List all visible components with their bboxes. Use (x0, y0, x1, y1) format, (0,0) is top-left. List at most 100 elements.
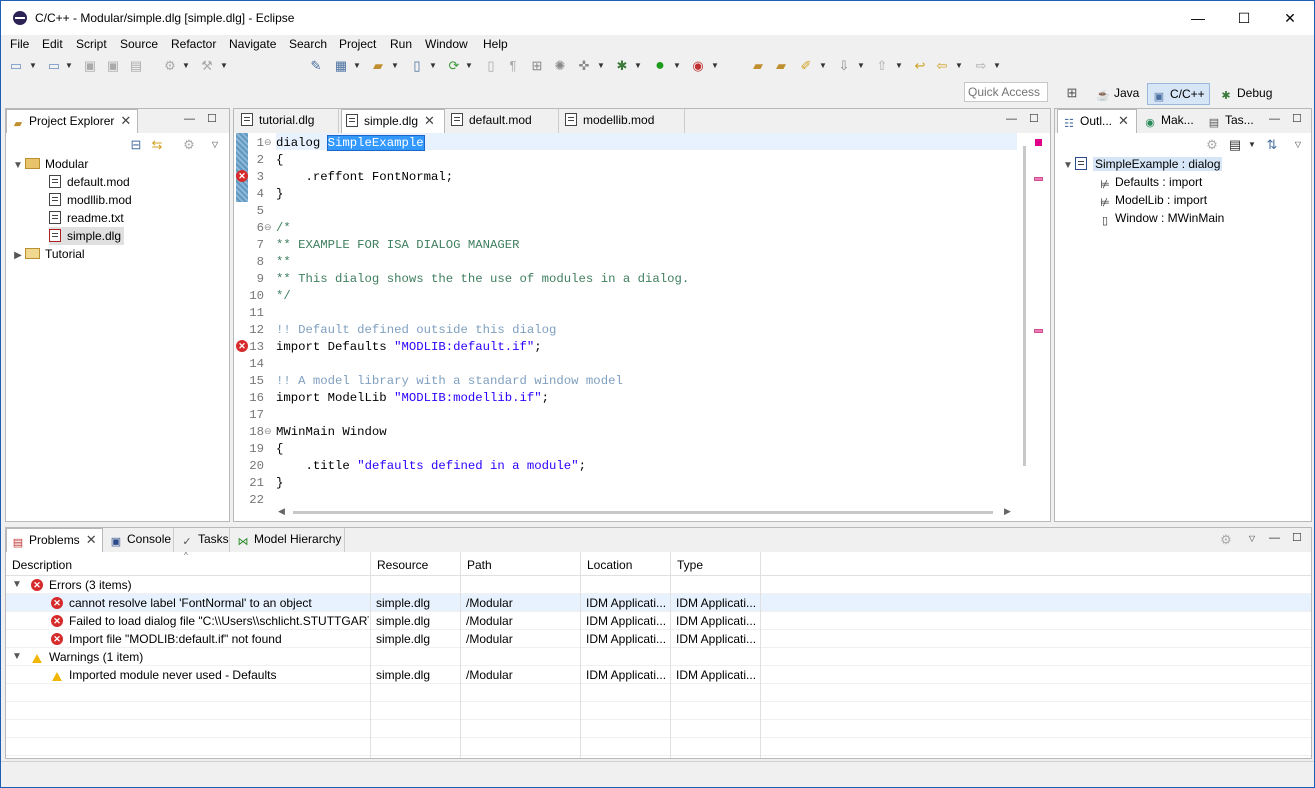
column-resource[interactable]: Resource (371, 552, 461, 576)
horizontal-scroll-thumb[interactable] (293, 511, 993, 514)
new-file-icon[interactable]: ▭ (45, 57, 63, 75)
menu-help[interactable]: Help (483, 37, 508, 51)
filter-icon[interactable]: ⚙ (180, 136, 198, 154)
column-path[interactable]: Path (461, 552, 581, 576)
tool-dropdown-icon[interactable]: ▼ (597, 58, 605, 74)
vertical-scrollbar[interactable] (1023, 146, 1026, 466)
refresh-icon[interactable]: ⟳ (445, 57, 463, 75)
chevron-down-icon[interactable]: ▼ (12, 648, 22, 666)
menu-edit[interactable]: Edit (42, 37, 63, 51)
chevron-down-icon[interactable]: ▼ (11, 157, 25, 175)
code-line[interactable] (276, 203, 689, 220)
menu-script[interactable]: Script (76, 37, 107, 51)
link-editor-icon[interactable]: ⇆ (148, 136, 166, 154)
code-line[interactable] (276, 305, 689, 322)
group-errors[interactable]: ▼ ✕ Errors (3 items) (6, 576, 1311, 594)
tab-project-explorer[interactable]: ▰ Project Explorer ✕ (6, 109, 138, 133)
tree-project-modular[interactable]: ▼ Modular (11, 155, 88, 173)
save-all-icon[interactable]: ▣ (104, 57, 122, 75)
close-icon[interactable]: ✕ (424, 113, 435, 128)
tree-file-default-mod[interactable]: default.mod (49, 173, 130, 191)
tab-simple-dlg[interactable]: simple.dlg ✕ (341, 109, 445, 133)
code-line[interactable]: !! Default defined outside this dialog (276, 322, 689, 339)
print-icon[interactable]: ▤ (127, 57, 145, 75)
forward-icon[interactable]: ⇨ (972, 57, 990, 75)
horizontal-scrollbar[interactable]: ◀ ▶ (234, 504, 1017, 521)
code-line[interactable]: .title "defaults defined in a module"; (276, 458, 689, 475)
sort-icon[interactable]: ⇅ (1263, 136, 1281, 154)
minimize-view-icon[interactable]: — (184, 113, 195, 125)
maximize-editor-icon[interactable]: ☐ (1029, 112, 1039, 125)
tree-project-tutorial[interactable]: ▶ Tutorial (11, 245, 84, 265)
scroll-left-icon[interactable]: ◀ (278, 506, 285, 517)
code-line[interactable]: .reffont FontNormal; (276, 169, 689, 186)
table-row[interactable]: ✕ Failed to load dialog file "C:\\Users\\… (6, 612, 1311, 630)
code-line[interactable]: dialog SimpleExample (276, 135, 689, 152)
next-annotation-icon[interactable]: ⇩ (835, 57, 853, 75)
column-type[interactable]: Type (671, 552, 761, 576)
tab-tutorial-dlg[interactable]: tutorial.dlg (237, 109, 339, 133)
code-line[interactable]: !! A model library with a standard windo… (276, 373, 689, 390)
close-button[interactable]: ✕ (1267, 5, 1313, 31)
network-icon[interactable]: ✺ (551, 57, 569, 75)
tree-file-simple-dlg[interactable]: simple.dlg (49, 227, 125, 245)
error-marker-icon[interactable]: ✕ (236, 340, 248, 352)
debug-dropdown-icon[interactable]: ▼ (634, 58, 642, 74)
chevron-right-icon[interactable]: ▶ (11, 247, 25, 265)
outline-root[interactable]: ▼ SimpleExample : dialog (1061, 155, 1223, 173)
menu-project[interactable]: Project (339, 37, 376, 51)
tab-modellib-mod[interactable]: modellib.mod (561, 109, 685, 133)
code-line[interactable]: */ (276, 288, 689, 305)
forward-dropdown-icon[interactable]: ▼ (993, 58, 1001, 74)
outline-options-icon[interactable]: ▤ (1226, 136, 1244, 154)
minimize-view-icon[interactable]: — (1269, 113, 1280, 125)
perspective-debug[interactable]: ✱ Debug (1215, 83, 1276, 105)
code-line[interactable]: } (276, 186, 689, 203)
menu-source[interactable]: Source (120, 37, 158, 51)
code-line[interactable]: import ModelLib "MODLIB:modellib.if"; (276, 390, 689, 407)
table-row[interactable]: ✕ Import file "MODLIB:default.if" not fou… (6, 630, 1311, 648)
scroll-right-icon[interactable]: ▶ (1004, 506, 1011, 517)
maximize-view-icon[interactable]: ☐ (1292, 112, 1302, 125)
tab-console[interactable]: ▣ Console (105, 528, 174, 552)
maximize-view-icon[interactable]: ☐ (207, 112, 217, 125)
prev-annotation-icon[interactable]: ⇧ (873, 57, 891, 75)
minimize-button[interactable]: — (1175, 5, 1221, 31)
grid-icon[interactable]: ⊞ (528, 57, 546, 75)
column-location[interactable]: Location (581, 552, 671, 576)
code-line[interactable] (276, 492, 689, 504)
open-resource-icon[interactable]: ▰ (772, 57, 790, 75)
tab-make-targets[interactable]: ◉ Mak... (1139, 109, 1201, 133)
save-icon[interactable]: ▣ (81, 57, 99, 75)
next-annotation-dropdown-icon[interactable]: ▼ (857, 58, 865, 74)
refresh-dropdown-icon[interactable]: ▼ (465, 58, 473, 74)
menu-file[interactable]: File (10, 37, 29, 51)
new-project-icon[interactable]: ▦ (332, 57, 350, 75)
new-folder-dropdown-icon[interactable]: ▼ (391, 58, 399, 74)
code-line[interactable]: /* (276, 220, 689, 237)
debug-tool-icon[interactable]: ✎ (307, 57, 325, 75)
error-overview-marker[interactable] (1034, 329, 1043, 333)
tab-tasks-small[interactable]: ▤ Tas... (1203, 109, 1253, 133)
outline-options-dropdown-icon[interactable]: ▼ (1248, 137, 1256, 153)
tab-default-mod[interactable]: default.mod (447, 109, 559, 133)
maximize-button[interactable]: ☐ (1221, 5, 1267, 31)
paragraph-icon[interactable]: ¶ (504, 57, 522, 75)
code-line[interactable]: ** (276, 254, 689, 271)
menu-navigate[interactable]: Navigate (229, 37, 276, 51)
code-lines[interactable]: dialog SimpleExample{ .reffont FontNorma… (276, 135, 689, 504)
outline-item[interactable]: ⊭ ModelLib : import (1099, 191, 1207, 209)
tab-model-hierarchy[interactable]: ⋈ Model Hierarchy (232, 528, 345, 552)
tree-file-readme-txt[interactable]: readme.txt (49, 209, 124, 227)
quick-access-input[interactable] (964, 82, 1048, 102)
minimize-editor-icon[interactable]: — (1006, 113, 1017, 125)
menu-window[interactable]: Window (425, 37, 468, 51)
tab-outline[interactable]: ☷ Outl... ✕ (1057, 109, 1137, 133)
outline-item[interactable]: ⊭ Defaults : import (1099, 173, 1202, 191)
code-area[interactable]: 1 2 3 4 5 6 7 8 9 10 11 12 13 14 15 16 17 18 19 20 21 22 dial… (234, 133, 1017, 504)
new-dropdown-icon[interactable]: ▼ (29, 58, 37, 74)
hammer-dropdown-icon[interactable]: ▼ (220, 58, 228, 74)
perspective-java[interactable]: ☕ Java (1092, 83, 1143, 105)
tree-file-modllib-mod[interactable]: modllib.mod (49, 191, 132, 209)
group-warnings[interactable]: ▼ Warnings (1 item) (6, 648, 1311, 666)
